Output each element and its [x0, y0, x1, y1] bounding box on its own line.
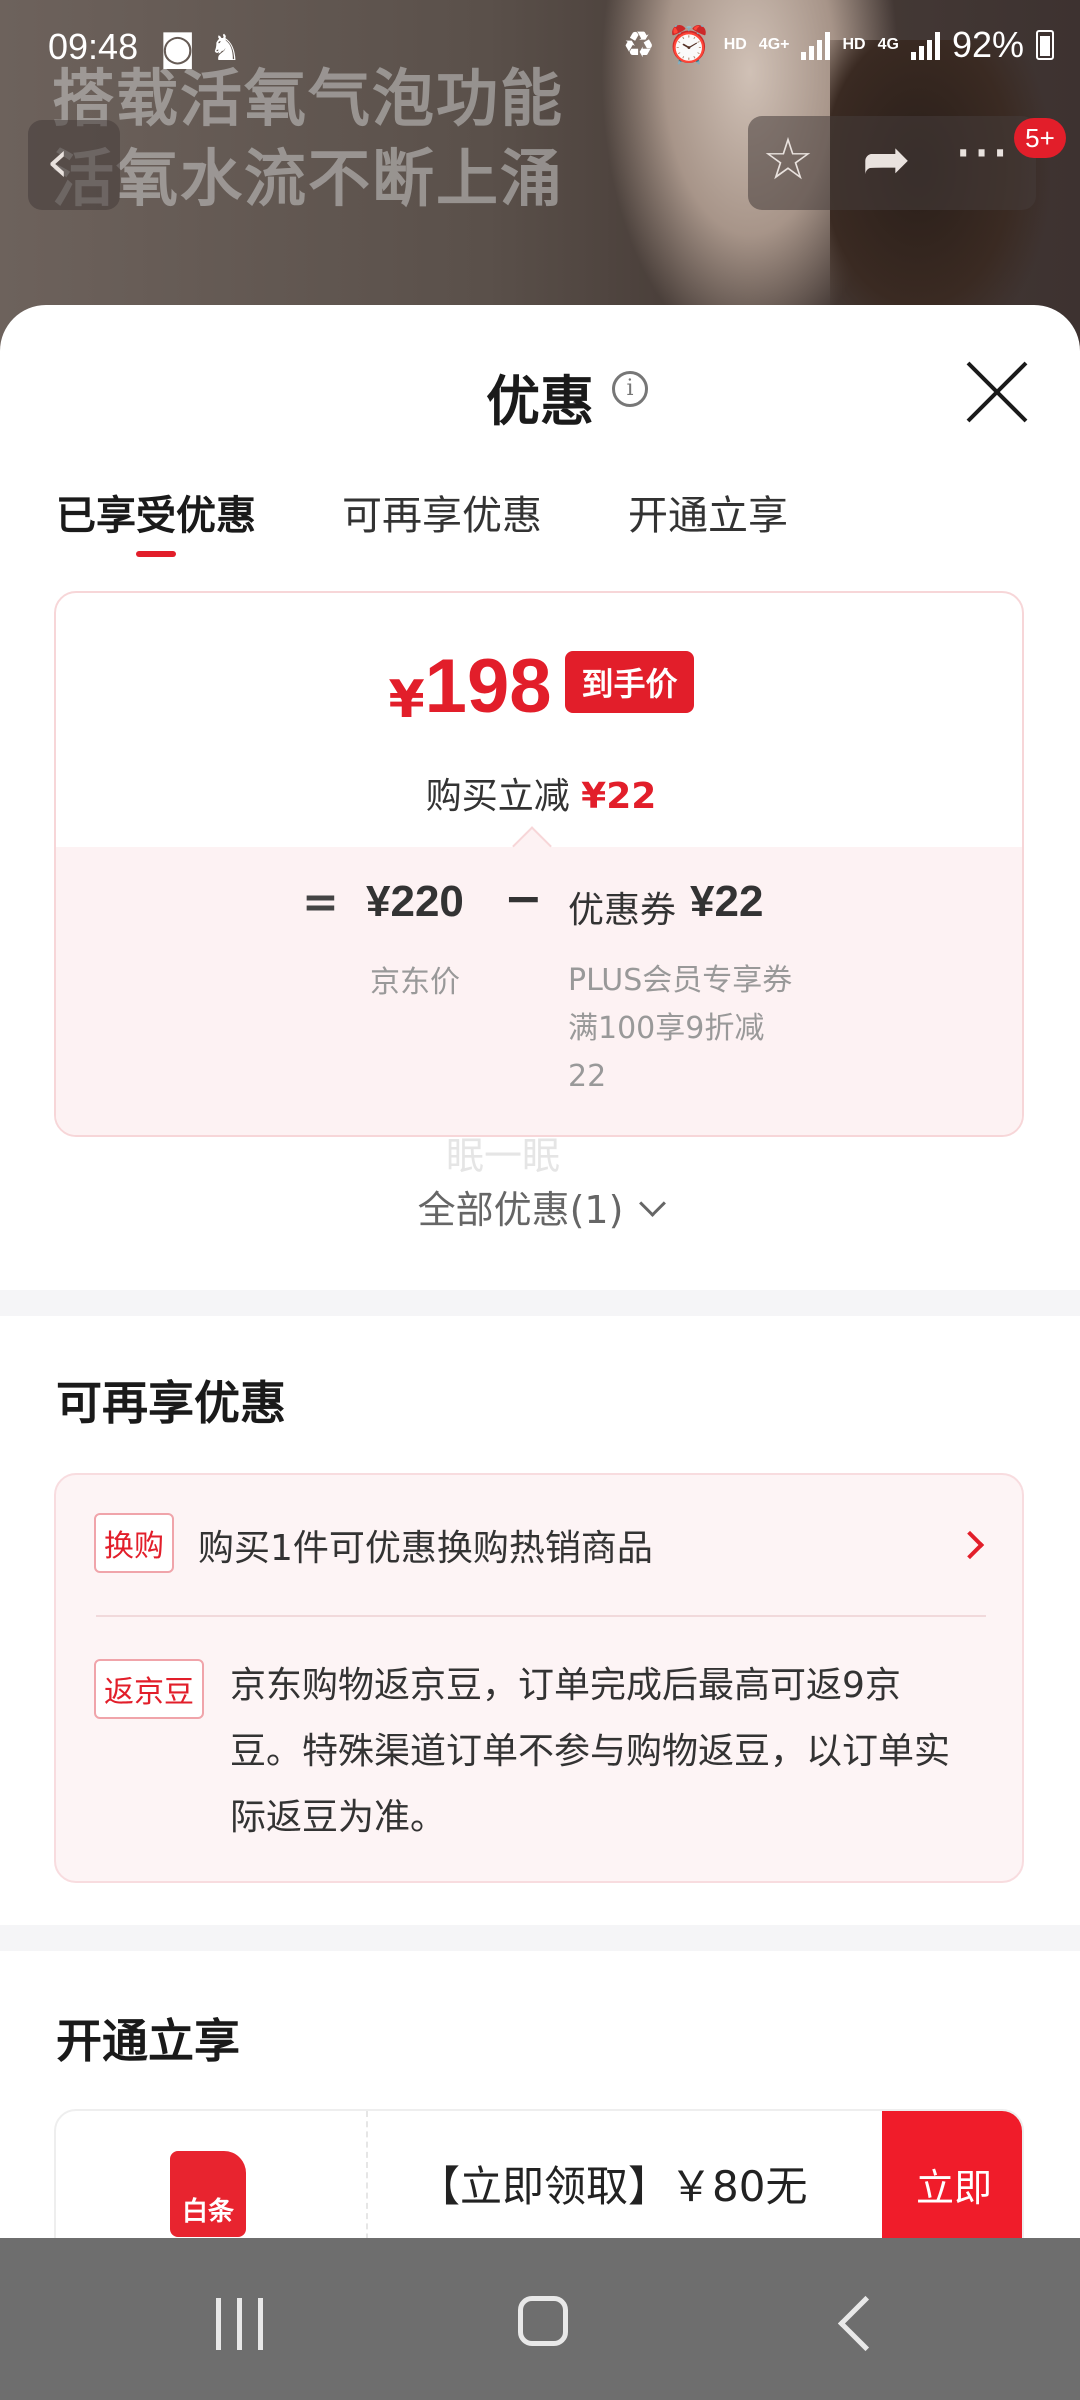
signal-icon-1 — [801, 30, 831, 60]
system-navigation-bar — [0, 2238, 1080, 2400]
system-back-button[interactable] — [837, 2295, 894, 2352]
notification-badge: 5+ — [1014, 118, 1066, 158]
notification-bird-icon: ♞ — [208, 28, 242, 69]
notification-app-icon: ◙ — [160, 28, 195, 69]
chevron-left-icon: ‹ — [46, 127, 70, 195]
recents-button[interactable] — [216, 2298, 263, 2350]
reduction-line: 购买立减 ¥22 — [56, 767, 1022, 819]
hd-label-1: HD — [723, 36, 747, 53]
active-tab-indicator — [136, 551, 176, 557]
coupon-label: 优惠券 — [568, 890, 677, 931]
status-system-icons: ♻ ⏰ HD 4G+ HD 4G 92% — [623, 24, 1054, 66]
jd-beans-tag: 返京豆 — [94, 1659, 204, 1719]
jd-price-value: ¥220 — [366, 877, 464, 926]
tab-more-available[interactable]: 可再享优惠 — [342, 483, 542, 541]
battery-icon — [1036, 30, 1054, 60]
baitiao-offer-text: 【立即领取】￥80无 — [418, 2162, 808, 2211]
tab-open-enjoy[interactable]: 开通立享 — [628, 483, 788, 541]
watermark: 眠一眠 — [446, 1134, 561, 1178]
coupon-description: PLUS会员专享券满100享9折减22 — [568, 963, 793, 1094]
section-divider-2 — [0, 1925, 1080, 1951]
breakdown-notch — [512, 826, 552, 866]
more-icon[interactable]: ··· — [954, 124, 1009, 182]
exchange-tag: 换购 — [94, 1513, 174, 1573]
star-icon[interactable]: ☆ — [762, 130, 814, 188]
baitiao-logo-text: 白条 — [181, 2197, 234, 2227]
price-currency: ¥ — [388, 670, 425, 730]
status-time: 09:48 — [48, 26, 139, 67]
offer-separator — [96, 1615, 986, 1617]
close-icon[interactable] — [962, 357, 1032, 427]
all-offers-toggle[interactable]: 全部优惠(1) — [0, 1179, 1080, 1234]
sheet-title: 优惠 — [486, 370, 594, 433]
home-button[interactable] — [518, 2296, 568, 2346]
discount-sheet: 优惠 i 已享受优惠 可再享优惠 开通立享 ¥198 到手价 购买立减 ¥22 =… — [0, 305, 1080, 2309]
network-type-1: 4G+ — [758, 36, 790, 53]
coupon-value: ¥22 — [690, 877, 764, 926]
jd-beans-text: 京东购物返京豆，订单完成后最高可返9京豆。特殊渠道订单不参与购物返豆，以订单实际… — [230, 1665, 951, 1838]
reduction-label: 购买立减 — [425, 776, 570, 817]
top-action-group: ☆ ➦ ··· — [748, 116, 1036, 210]
final-price-tag: 到手价 — [565, 651, 694, 713]
product-banner-line-2: 活氧水流不断上涌 — [52, 142, 565, 215]
final-price: 198 — [424, 644, 552, 729]
more-offers-title: 可再享优惠 — [56, 1376, 286, 1430]
tab-enjoyed[interactable]: 已享受优惠 — [56, 483, 256, 541]
status-notification-icons: ◙ ♞ — [160, 28, 241, 69]
info-icon[interactable]: i — [612, 371, 648, 407]
more-offers-card: 换购 购买1件可优惠换购热销商品 返京豆 京东购物返京豆，订单完成后最高可返9京… — [54, 1473, 1024, 1883]
hd-label-2: HD — [842, 36, 866, 53]
price-card: ¥198 到手价 购买立减 ¥22 = ¥220 − 优惠券 ¥22 京东价 PL… — [54, 591, 1024, 1137]
baitiao-logo: 白条 — [170, 2151, 246, 2237]
section-divider-1 — [0, 1290, 1080, 1316]
final-price-line: ¥198 到手价 — [56, 643, 1022, 730]
open-enjoy-title: 开通立享 — [56, 2014, 240, 2068]
recycle-icon: ♻ — [622, 24, 655, 65]
back-button[interactable]: ‹ — [28, 120, 120, 210]
battery-percent: 92% — [951, 24, 1024, 65]
chevron-down-icon — [639, 1190, 667, 1217]
network-type-2: 4G — [877, 36, 899, 53]
price-breakdown: = ¥220 − 优惠券 ¥22 京东价 PLUS会员专享券满100享9折减22 — [56, 826, 1022, 1135]
reduction-value: ¥22 — [581, 776, 657, 817]
status-bar: 09:48 ◙ ♞ ♻ ⏰ HD 4G+ HD 4G 92% — [0, 0, 1080, 100]
alarm-icon: ⏰ — [666, 24, 712, 65]
jd-price-label: 京东价 — [370, 965, 460, 1000]
share-icon[interactable]: ➦ — [862, 130, 911, 188]
all-offers-label: 全部优惠(1) — [417, 1188, 624, 1232]
chevron-right-icon — [955, 1530, 985, 1560]
minus-sign: − — [504, 871, 543, 925]
exchange-text: 购买1件可优惠换购热销商品 — [198, 1528, 653, 1569]
equals-sign: = — [302, 877, 339, 928]
signal-icon-2 — [910, 30, 940, 60]
